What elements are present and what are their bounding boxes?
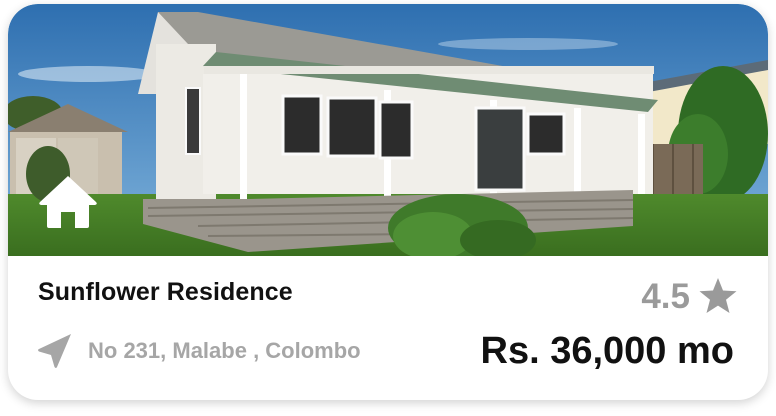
price: Rs. 36,000 mo: [480, 330, 734, 372]
star-icon: [699, 278, 737, 313]
rating: 4.5: [641, 276, 738, 316]
navigation-arrow-icon: [38, 334, 71, 368]
home-icon: [39, 176, 97, 228]
rating-value: 4.5: [641, 276, 690, 316]
property-photo[interactable]: [8, 4, 768, 256]
address-text: No 231, Malabe , Colombo: [88, 338, 361, 363]
property-title[interactable]: Sunflower Residence: [38, 278, 293, 307]
location: No 231, Malabe , Colombo: [36, 332, 361, 370]
property-card[interactable]: Sunflower Residence 4.5 No 231, Malabe ,…: [8, 4, 768, 400]
